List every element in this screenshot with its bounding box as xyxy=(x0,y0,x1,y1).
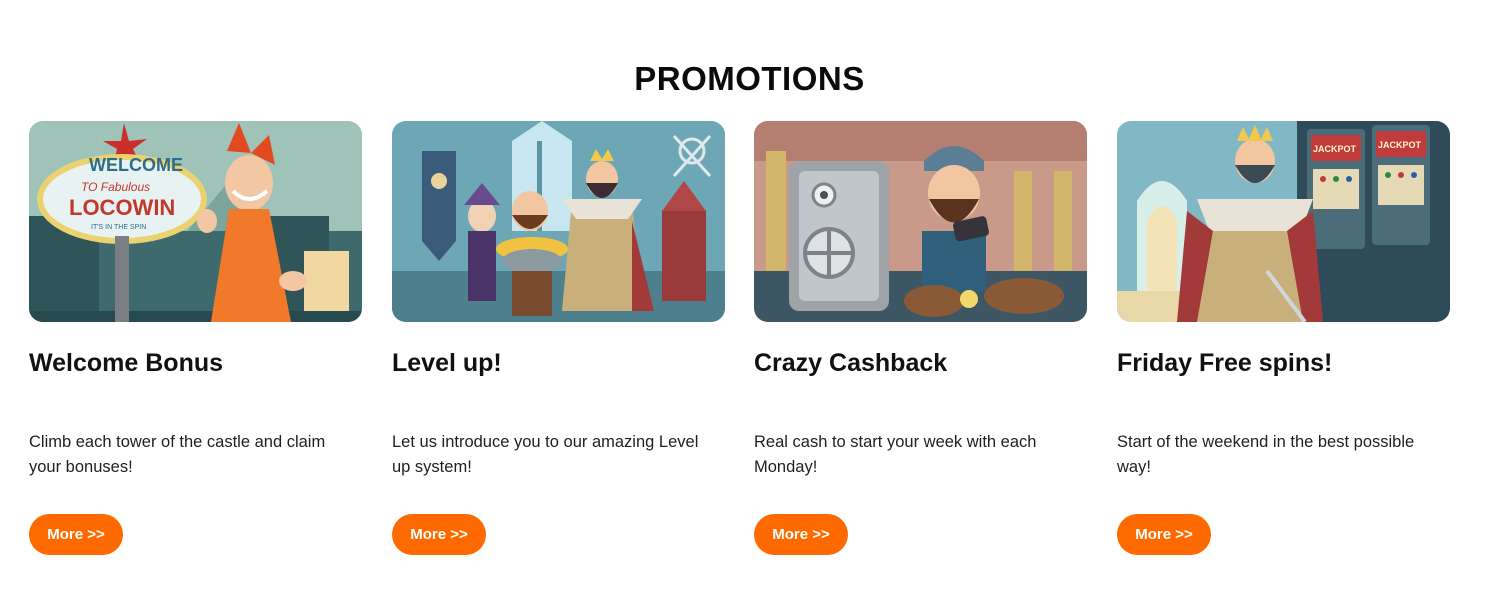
promo-description: Real cash to start your week with each M… xyxy=(754,433,1037,476)
promo-title: Level up! xyxy=(392,349,502,377)
promo-card-friday-free-spins: JACKPOT JACKPOT Friday Free spins! Start… xyxy=(1117,121,1450,555)
level-up-illustration xyxy=(392,121,725,322)
promo-card-level-up: Level up! Let us introduce you to our am… xyxy=(392,121,725,555)
promo-description: Climb each tower of the castle and claim… xyxy=(29,433,326,476)
more-button-crazy-cashback[interactable]: More >> xyxy=(754,514,848,555)
cashback-illustration xyxy=(754,121,1087,322)
promo-image-crazy-cashback[interactable] xyxy=(754,121,1087,322)
page-title: PROMOTIONS xyxy=(634,60,865,98)
welcome-sign-text: WELCOME xyxy=(89,155,183,175)
more-button-friday-free-spins[interactable]: More >> xyxy=(1117,514,1211,555)
free-spins-illustration: JACKPOT JACKPOT xyxy=(1117,121,1450,322)
promo-title: Crazy Cashback xyxy=(754,349,948,377)
promo-image-level-up[interactable] xyxy=(392,121,725,322)
promo-title: Friday Free spins! xyxy=(1117,349,1333,377)
promo-card-crazy-cashback: Crazy Cashback Real cash to start your w… xyxy=(754,121,1087,555)
more-button-welcome-bonus[interactable]: More >> xyxy=(29,514,123,555)
promo-description: Start of the weekend in the best possibl… xyxy=(1117,433,1415,476)
promo-image-welcome-bonus[interactable]: WELCOME TO Fabulous LOCOWIN IT'S IN THE … xyxy=(29,121,362,322)
welcome-sign-subtext: TO Fabulous xyxy=(81,180,150,194)
jackpot-sign-text-1: JACKPOT xyxy=(1313,144,1357,154)
welcome-sign-tagline: IT'S IN THE SPIN xyxy=(91,224,146,231)
jester-welcome-illustration: WELCOME TO Fabulous LOCOWIN IT'S IN THE … xyxy=(29,121,362,322)
promotions-section: PROMOTIONS WELCOME TO Fabulous LOCOWIN I… xyxy=(0,0,1499,600)
promo-image-friday-free-spins[interactable]: JACKPOT JACKPOT xyxy=(1117,121,1450,322)
jackpot-sign-text-2: JACKPOT xyxy=(1378,140,1422,150)
welcome-sign-brand: LOCOWIN xyxy=(69,195,175,220)
more-button-level-up[interactable]: More >> xyxy=(392,514,486,555)
promo-title: Welcome Bonus xyxy=(29,349,224,377)
promo-card-welcome-bonus: WELCOME TO Fabulous LOCOWIN IT'S IN THE … xyxy=(29,121,362,555)
promo-description: Let us introduce you to our amazing Leve… xyxy=(392,433,699,476)
